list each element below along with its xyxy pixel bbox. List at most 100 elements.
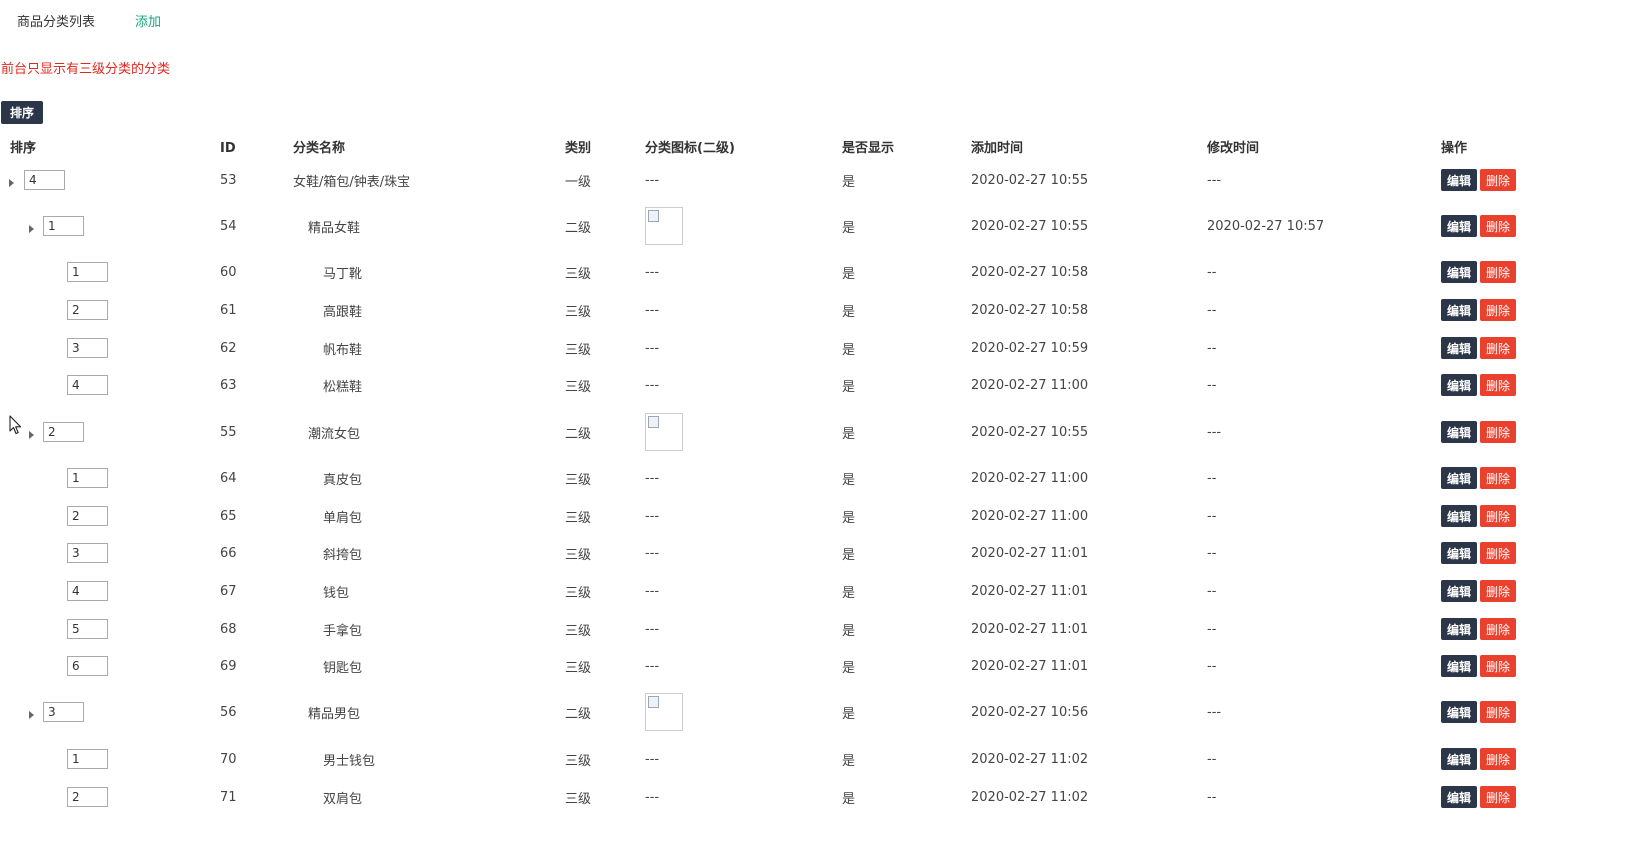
delete-button[interactable]: 删除 bbox=[1480, 261, 1516, 283]
delete-button[interactable]: 删除 bbox=[1480, 786, 1516, 808]
category-name: 精品男包 bbox=[308, 706, 361, 722]
delete-button[interactable]: 删除 bbox=[1480, 299, 1516, 321]
caret-right-icon[interactable] bbox=[29, 431, 34, 439]
modified-time: -- bbox=[1207, 789, 1217, 805]
category-icon-text: --- bbox=[645, 545, 660, 561]
delete-button[interactable]: 删除 bbox=[1480, 701, 1516, 723]
created-time: 2020-02-27 11:01 bbox=[971, 658, 1089, 674]
sort-order-input[interactable] bbox=[67, 787, 108, 807]
sort-order-input[interactable] bbox=[67, 543, 108, 563]
delete-button[interactable]: 删除 bbox=[1480, 421, 1516, 443]
edit-button[interactable]: 编辑 bbox=[1441, 421, 1477, 443]
category-name: 帆布鞋 bbox=[323, 342, 363, 358]
delete-button[interactable]: 删除 bbox=[1480, 374, 1516, 396]
category-name: 女鞋/箱包/钟表/珠宝 bbox=[293, 174, 411, 190]
mouse-cursor-icon bbox=[9, 415, 22, 435]
visible-status: 是 bbox=[842, 379, 856, 395]
visible-status: 是 bbox=[842, 791, 856, 807]
edit-button[interactable]: 编辑 bbox=[1441, 337, 1477, 359]
edit-button[interactable]: 编辑 bbox=[1441, 467, 1477, 489]
category-icon-text: --- bbox=[645, 340, 660, 356]
sort-order-input[interactable] bbox=[67, 468, 108, 488]
delete-button[interactable]: 删除 bbox=[1480, 618, 1516, 640]
edit-button[interactable]: 编辑 bbox=[1441, 786, 1477, 808]
sort-order-input[interactable] bbox=[67, 656, 108, 676]
category-icon-text: --- bbox=[645, 658, 660, 674]
sort-order-input[interactable] bbox=[67, 375, 108, 395]
category-level: 三级 bbox=[565, 510, 592, 526]
edit-button[interactable]: 编辑 bbox=[1441, 505, 1477, 527]
category-level: 二级 bbox=[565, 426, 592, 442]
category-level: 三级 bbox=[565, 623, 592, 639]
delete-button[interactable]: 删除 bbox=[1480, 655, 1516, 677]
sort-order-input[interactable] bbox=[43, 216, 84, 236]
visible-status: 是 bbox=[842, 547, 856, 563]
delete-button[interactable]: 删除 bbox=[1480, 748, 1516, 770]
delete-button[interactable]: 删除 bbox=[1480, 215, 1516, 237]
tab-add[interactable]: 添加 bbox=[135, 14, 161, 32]
visible-status: 是 bbox=[842, 510, 856, 526]
table-row: 71 双肩包 三级 --- 是 2020-02-27 11:02 -- 编辑删除 bbox=[0, 777, 1626, 817]
sort-order-input[interactable] bbox=[67, 262, 108, 282]
category-name: 手拿包 bbox=[323, 623, 363, 639]
sort-order-input[interactable] bbox=[43, 702, 84, 722]
delete-button[interactable]: 删除 bbox=[1480, 337, 1516, 359]
caret-right-icon[interactable] bbox=[29, 225, 34, 233]
category-level: 三级 bbox=[565, 379, 592, 395]
edit-button[interactable]: 编辑 bbox=[1441, 618, 1477, 640]
category-name: 钥匙包 bbox=[323, 660, 363, 676]
delete-button[interactable]: 删除 bbox=[1480, 505, 1516, 527]
table-row: 61 高跟鞋 三级 --- 是 2020-02-27 10:58 -- 编辑删除 bbox=[0, 290, 1626, 330]
modified-time: -- bbox=[1207, 545, 1217, 561]
edit-button[interactable]: 编辑 bbox=[1441, 701, 1477, 723]
edit-button[interactable]: 编辑 bbox=[1441, 299, 1477, 321]
sort-order-input[interactable] bbox=[67, 619, 108, 639]
edit-button[interactable]: 编辑 bbox=[1441, 169, 1477, 191]
tab-category-list[interactable]: 商品分类列表 bbox=[17, 14, 95, 32]
edit-button[interactable]: 编辑 bbox=[1441, 655, 1477, 677]
edit-button[interactable]: 编辑 bbox=[1441, 580, 1477, 602]
category-name: 精品女鞋 bbox=[308, 220, 361, 236]
category-level: 三级 bbox=[565, 472, 592, 488]
edit-button[interactable]: 编辑 bbox=[1441, 374, 1477, 396]
caret-right-icon[interactable] bbox=[29, 711, 34, 719]
created-time: 2020-02-27 11:01 bbox=[971, 621, 1089, 637]
edit-button[interactable]: 编辑 bbox=[1441, 261, 1477, 283]
sort-order-input[interactable] bbox=[24, 170, 65, 190]
category-name: 潮流女包 bbox=[308, 426, 361, 442]
delete-button[interactable]: 删除 bbox=[1480, 542, 1516, 564]
modified-time: 2020-02-27 10:57 bbox=[1207, 218, 1325, 234]
sort-order-input[interactable] bbox=[67, 300, 108, 320]
category-id: 54 bbox=[220, 218, 237, 234]
header-visible: 是否显示 bbox=[842, 141, 895, 156]
created-time: 2020-02-27 10:58 bbox=[971, 302, 1089, 318]
delete-button[interactable]: 删除 bbox=[1480, 169, 1516, 191]
category-level: 二级 bbox=[565, 706, 592, 722]
visible-status: 是 bbox=[842, 623, 856, 639]
table-row: 66 斜挎包 三级 --- 是 2020-02-27 11:01 -- 编辑删除 bbox=[0, 533, 1626, 573]
category-id: 64 bbox=[220, 470, 237, 486]
header-name: 分类名称 bbox=[293, 141, 346, 156]
created-time: 2020-02-27 11:02 bbox=[971, 751, 1089, 767]
sort-order-input[interactable] bbox=[67, 581, 108, 601]
edit-button[interactable]: 编辑 bbox=[1441, 542, 1477, 564]
table-row: 55 潮流女包 二级 是 2020-02-27 10:55 --- 编辑删除 bbox=[0, 412, 1626, 452]
sort-order-input[interactable] bbox=[67, 338, 108, 358]
visible-status: 是 bbox=[842, 220, 856, 236]
created-time: 2020-02-27 10:59 bbox=[971, 340, 1089, 356]
category-id: 66 bbox=[220, 545, 237, 561]
table-row: 70 男士钱包 三级 --- 是 2020-02-27 11:02 -- 编辑删除 bbox=[0, 739, 1626, 779]
sort-order-input[interactable] bbox=[67, 749, 108, 769]
edit-button[interactable]: 编辑 bbox=[1441, 215, 1477, 237]
category-id: 69 bbox=[220, 658, 237, 674]
sort-button[interactable]: 排序 bbox=[1, 101, 43, 124]
sort-order-input[interactable] bbox=[43, 422, 84, 442]
delete-button[interactable]: 删除 bbox=[1480, 467, 1516, 489]
delete-button[interactable]: 删除 bbox=[1480, 580, 1516, 602]
modified-time: -- bbox=[1207, 302, 1217, 318]
caret-right-icon[interactable] bbox=[9, 179, 14, 187]
modified-time: --- bbox=[1207, 172, 1222, 188]
edit-button[interactable]: 编辑 bbox=[1441, 748, 1477, 770]
sort-order-input[interactable] bbox=[67, 506, 108, 526]
created-time: 2020-02-27 10:55 bbox=[971, 218, 1089, 234]
